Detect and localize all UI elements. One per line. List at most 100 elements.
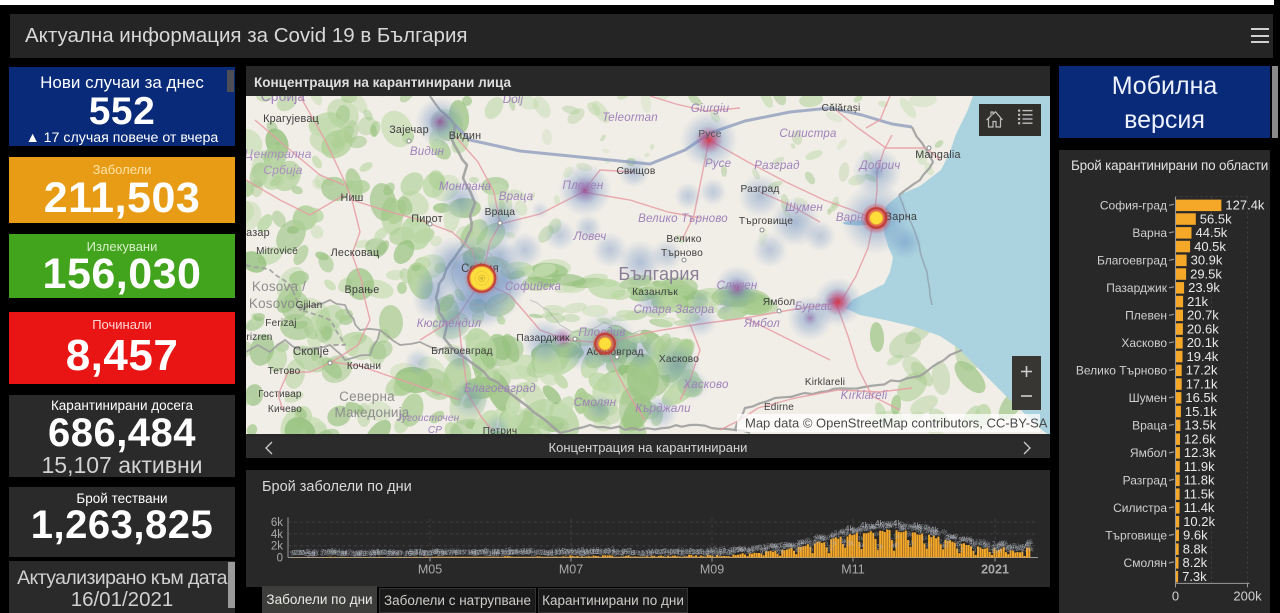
svg-text:96: 96 — [892, 541, 900, 548]
svg-text:Петрич: Петрич — [483, 426, 518, 434]
svg-text:4k: 4k — [271, 529, 283, 541]
svg-text:Благоевград: Благоевград — [431, 346, 493, 357]
svg-text:37: 37 — [942, 542, 950, 549]
svg-text:7: 7 — [858, 533, 862, 540]
svg-text:Пазарджик: Пазарджик — [516, 333, 570, 344]
svg-text:Србија: Србија — [263, 163, 302, 177]
svg-text:7.3k: 7.3k — [1182, 569, 1207, 584]
svg-text:Dolj: Dolj — [503, 96, 524, 106]
svg-text:Силистра: Силистра — [1113, 501, 1167, 515]
svg-text:Благоевград: Благоевград — [464, 383, 536, 395]
svg-text:8.2k: 8.2k — [1183, 555, 1208, 570]
svg-text:Плевен: Плевен — [563, 180, 604, 192]
svg-text:200k: 200k — [1233, 588, 1262, 603]
svg-text:2021: 2021 — [981, 563, 1009, 577]
svg-text:Бургас: Бургас — [795, 301, 833, 313]
svg-text:Смолян: Смолян — [1124, 556, 1167, 570]
svg-text:Kosova /: Kosova / — [252, 279, 306, 294]
svg-text:Giurgiu: Giurgiu — [691, 103, 730, 115]
svg-text:Видин: Видин — [410, 146, 445, 158]
svg-text:Prizren: Prizren — [246, 332, 273, 343]
svg-text:Разград: Разград — [1123, 473, 1167, 487]
svg-text:България: България — [618, 264, 699, 284]
svg-text:4k: 4k — [858, 542, 867, 550]
svg-text:София-град: София-град — [1100, 198, 1167, 212]
svg-text:9.6k: 9.6k — [1183, 528, 1208, 543]
svg-text:Ловеч: Ловеч — [573, 231, 607, 243]
svg-text:Ямбол: Ямбол — [1130, 446, 1167, 460]
svg-text:Шумен: Шумен — [785, 202, 823, 214]
svg-text:Варна: Варна — [1132, 226, 1167, 240]
svg-text:19.4k: 19.4k — [1187, 349, 1219, 364]
svg-text:Ямбол: Ямбол — [743, 318, 780, 330]
svg-text:Свищов: Свищов — [616, 166, 655, 177]
svg-text:Хасково: Хасково — [1121, 336, 1167, 350]
svg-text:M05: M05 — [418, 563, 442, 577]
svg-text:12.3k: 12.3k — [1184, 445, 1216, 460]
svg-text:6k: 6k — [271, 517, 283, 529]
svg-text:Северна: Северна — [339, 389, 395, 404]
svg-text:Map data © OpenStreetMap contr: Map data © OpenStreetMap contributors, C… — [745, 416, 1048, 431]
svg-text:Кичево: Кичево — [268, 404, 302, 415]
svg-text:Kırklareli: Kırklareli — [841, 390, 888, 402]
svg-text:Разград: Разград — [754, 160, 799, 172]
svg-text:Силистра: Силистра — [779, 128, 836, 140]
svg-text:40.5k: 40.5k — [1194, 239, 1226, 254]
svg-text:21k: 21k — [1187, 294, 1208, 309]
svg-text:37: 37 — [973, 547, 981, 554]
svg-text:Србија: Србија — [261, 96, 306, 104]
svg-text:Търговище: Търговище — [1105, 528, 1167, 542]
svg-text:Търговище: Търговище — [739, 216, 793, 227]
svg-text:Търново: Търново — [661, 248, 703, 259]
svg-text:13.5k: 13.5k — [1184, 418, 1216, 433]
svg-text:Стара Загора: Стара Загора — [634, 304, 715, 316]
svg-text:Лесковац: Лесковац — [331, 247, 380, 259]
svg-text:Кюстендил: Кюстендил — [417, 318, 482, 330]
svg-text:Монтана: Монтана — [439, 181, 491, 193]
svg-text:2k: 2k — [271, 541, 283, 553]
svg-text:Хасково: Хасково — [659, 354, 699, 365]
svg-text:Кочани: Кочани — [347, 361, 381, 372]
svg-text:Смолян: Смолян — [574, 397, 617, 409]
svg-text:Kirklareli: Kirklareli — [805, 377, 845, 388]
svg-text:11.8k: 11.8k — [1184, 473, 1215, 488]
svg-text:Русе: Русе — [698, 129, 721, 140]
svg-text:азар: азар — [246, 227, 270, 239]
svg-text:Kosovo: Kosovo — [249, 296, 295, 311]
svg-text:Велико Търново: Велико Търново — [1076, 363, 1167, 377]
svg-text:20.6k: 20.6k — [1187, 321, 1219, 336]
svg-text:Gjilan: Gjilan — [296, 300, 323, 311]
svg-text:Казанлък: Казанлък — [632, 287, 678, 298]
svg-text:Ferizaj: Ferizaj — [265, 318, 296, 329]
svg-text:52: 52 — [956, 547, 964, 554]
svg-text:Велико: Велико — [666, 234, 701, 245]
svg-text:Тетово: Тетово — [268, 366, 301, 377]
svg-text:56.5k: 56.5k — [1200, 211, 1232, 226]
svg-text:Хасково: Хасково — [682, 379, 729, 391]
svg-text:Враца: Враца — [499, 191, 534, 203]
svg-text:Разград: Разград — [740, 184, 779, 195]
svg-text:0: 0 — [1172, 588, 1179, 603]
svg-text:Врање: Врање — [345, 284, 380, 296]
svg-text:Зајечар: Зајечар — [389, 124, 429, 136]
svg-text:Ниш: Ниш — [340, 192, 363, 204]
svg-text:Пазарджик: Пазарджик — [1106, 281, 1167, 295]
svg-text:Гостивар: Гостивар — [258, 389, 302, 400]
svg-text:Враца: Враца — [485, 207, 516, 218]
svg-text:Југоисточен: Југоисточен — [396, 413, 460, 424]
svg-text:Ямбол: Ямбол — [763, 296, 795, 308]
svg-text:Călărași: Călărași — [822, 103, 861, 114]
svg-text:11.4k: 11.4k — [1184, 500, 1215, 515]
svg-text:Шумен: Шумен — [1129, 391, 1167, 405]
svg-text:Крагујевац: Крагујевац — [263, 113, 319, 125]
svg-text:Кърджали: Кърджали — [635, 403, 691, 415]
svg-text:Враца: Враца — [1132, 418, 1167, 432]
svg-text:0: 0 — [277, 553, 283, 565]
svg-text:M09: M09 — [700, 563, 724, 577]
svg-text:Видин: Видин — [449, 130, 482, 142]
svg-text:Сливен: Сливен — [717, 280, 758, 292]
svg-text:Edirne: Edirne — [764, 402, 794, 413]
svg-text:Mitrovicë: Mitrovicë — [256, 246, 298, 257]
svg-text:2k: 2k — [876, 544, 884, 551]
svg-text:16.5k: 16.5k — [1185, 390, 1217, 405]
